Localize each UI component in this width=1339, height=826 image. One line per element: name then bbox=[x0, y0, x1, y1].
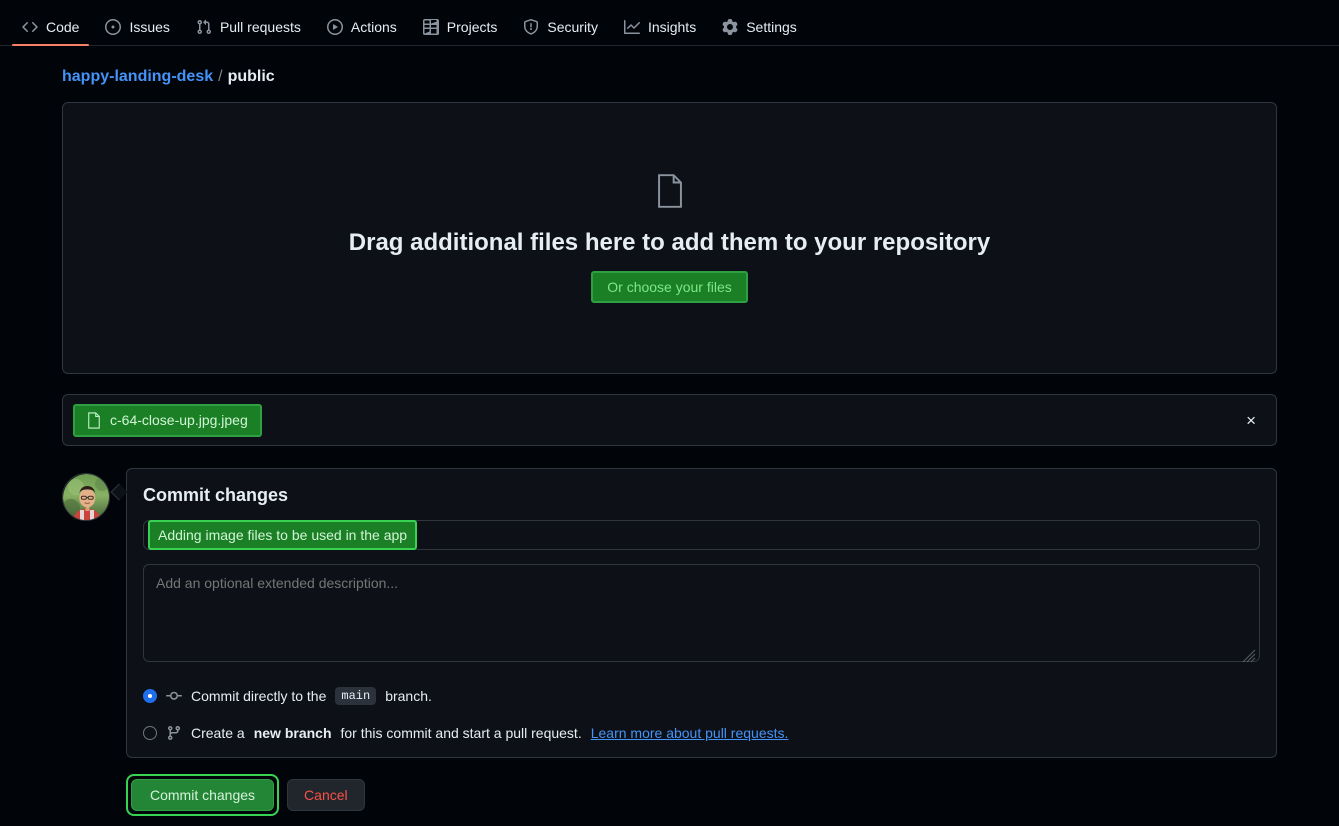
nav-label: Insights bbox=[648, 19, 696, 35]
nav-label: Projects bbox=[447, 19, 498, 35]
commit-changes-button[interactable]: Commit changes bbox=[131, 779, 274, 811]
git-branch-icon bbox=[166, 725, 182, 741]
graph-icon bbox=[624, 19, 640, 35]
shield-icon bbox=[523, 19, 539, 35]
remove-file-icon[interactable]: × bbox=[1240, 408, 1262, 433]
option-direct-prefix: Commit directly to the bbox=[191, 688, 326, 704]
selected-file-name: c-64-close-up.jpg.jpeg bbox=[110, 412, 248, 428]
gear-icon bbox=[722, 19, 738, 35]
avatar bbox=[62, 473, 110, 521]
file-dropzone[interactable]: Drag additional files here to add them t… bbox=[62, 102, 1277, 374]
nav-item-pull-requests[interactable]: Pull requests bbox=[186, 19, 311, 45]
nav-label: Security bbox=[547, 19, 598, 35]
nav-item-projects[interactable]: Projects bbox=[413, 19, 508, 45]
callout-arrow bbox=[110, 468, 126, 528]
commit-option-direct[interactable]: Commit directly to the main branch. bbox=[143, 687, 1260, 705]
nav-item-security[interactable]: Security bbox=[513, 19, 608, 45]
branch-name-badge: main bbox=[335, 687, 376, 705]
table-icon bbox=[423, 19, 439, 35]
commit-message-input[interactable] bbox=[143, 520, 1260, 550]
nav-item-issues[interactable]: Issues bbox=[95, 19, 179, 45]
breadcrumb-repo-link[interactable]: happy-landing-desk bbox=[62, 68, 213, 86]
breadcrumb: happy-landing-desk / public bbox=[62, 46, 1277, 102]
commit-description-input[interactable] bbox=[143, 564, 1260, 662]
file-icon bbox=[655, 174, 685, 213]
page-body: happy-landing-desk / public Drag additio… bbox=[0, 46, 1339, 816]
commit-actions: Commit changes Cancel bbox=[126, 774, 1277, 816]
repo-nav: Code Issues Pull requests Actions Projec… bbox=[0, 0, 1339, 46]
breadcrumb-current-path: public bbox=[228, 68, 275, 86]
commit-message-row: Adding image files to be used in the app bbox=[143, 520, 1260, 550]
code-icon bbox=[22, 19, 38, 35]
dropzone-title: Drag additional files here to add them t… bbox=[349, 229, 990, 257]
pull-requests-help-link[interactable]: Learn more about pull requests. bbox=[591, 725, 789, 741]
play-icon bbox=[327, 19, 343, 35]
radio-commit-direct[interactable] bbox=[143, 689, 157, 703]
nav-label: Settings bbox=[746, 19, 797, 35]
option-direct-suffix: branch. bbox=[385, 688, 432, 704]
nav-item-settings[interactable]: Settings bbox=[712, 19, 807, 45]
cancel-button[interactable]: Cancel bbox=[287, 779, 365, 811]
choose-files-button[interactable]: Or choose your files bbox=[591, 271, 748, 303]
commit-description-wrap bbox=[143, 550, 1260, 667]
option-branch-prefix: Create a bbox=[191, 725, 245, 741]
commit-section: Commit changes Adding image files to be … bbox=[62, 468, 1277, 758]
nav-item-code[interactable]: Code bbox=[12, 19, 89, 45]
commit-panel: Commit changes Adding image files to be … bbox=[126, 468, 1277, 758]
git-pull-request-icon bbox=[196, 19, 212, 35]
nav-label: Issues bbox=[129, 19, 169, 35]
nav-item-insights[interactable]: Insights bbox=[614, 19, 706, 45]
radio-new-branch[interactable] bbox=[143, 726, 157, 740]
nav-item-actions[interactable]: Actions bbox=[317, 19, 407, 45]
selected-file-chip[interactable]: c-64-close-up.jpg.jpeg bbox=[73, 404, 262, 437]
nav-label: Actions bbox=[351, 19, 397, 35]
nav-label: Code bbox=[46, 19, 79, 35]
option-branch-suffix: for this commit and start a pull request… bbox=[341, 725, 582, 741]
option-branch-emphasis: new branch bbox=[254, 725, 332, 741]
issue-opened-icon bbox=[105, 19, 121, 35]
commit-panel-title: Commit changes bbox=[143, 485, 1260, 506]
nav-label: Pull requests bbox=[220, 19, 301, 35]
breadcrumb-separator: / bbox=[218, 68, 222, 86]
file-icon bbox=[87, 412, 101, 429]
commit-option-new-branch[interactable]: Create a new branch for this commit and … bbox=[143, 725, 1260, 741]
git-commit-icon bbox=[166, 688, 182, 704]
selected-file-bar: c-64-close-up.jpg.jpeg × bbox=[62, 394, 1277, 446]
commit-button-highlight: Commit changes bbox=[126, 774, 279, 816]
